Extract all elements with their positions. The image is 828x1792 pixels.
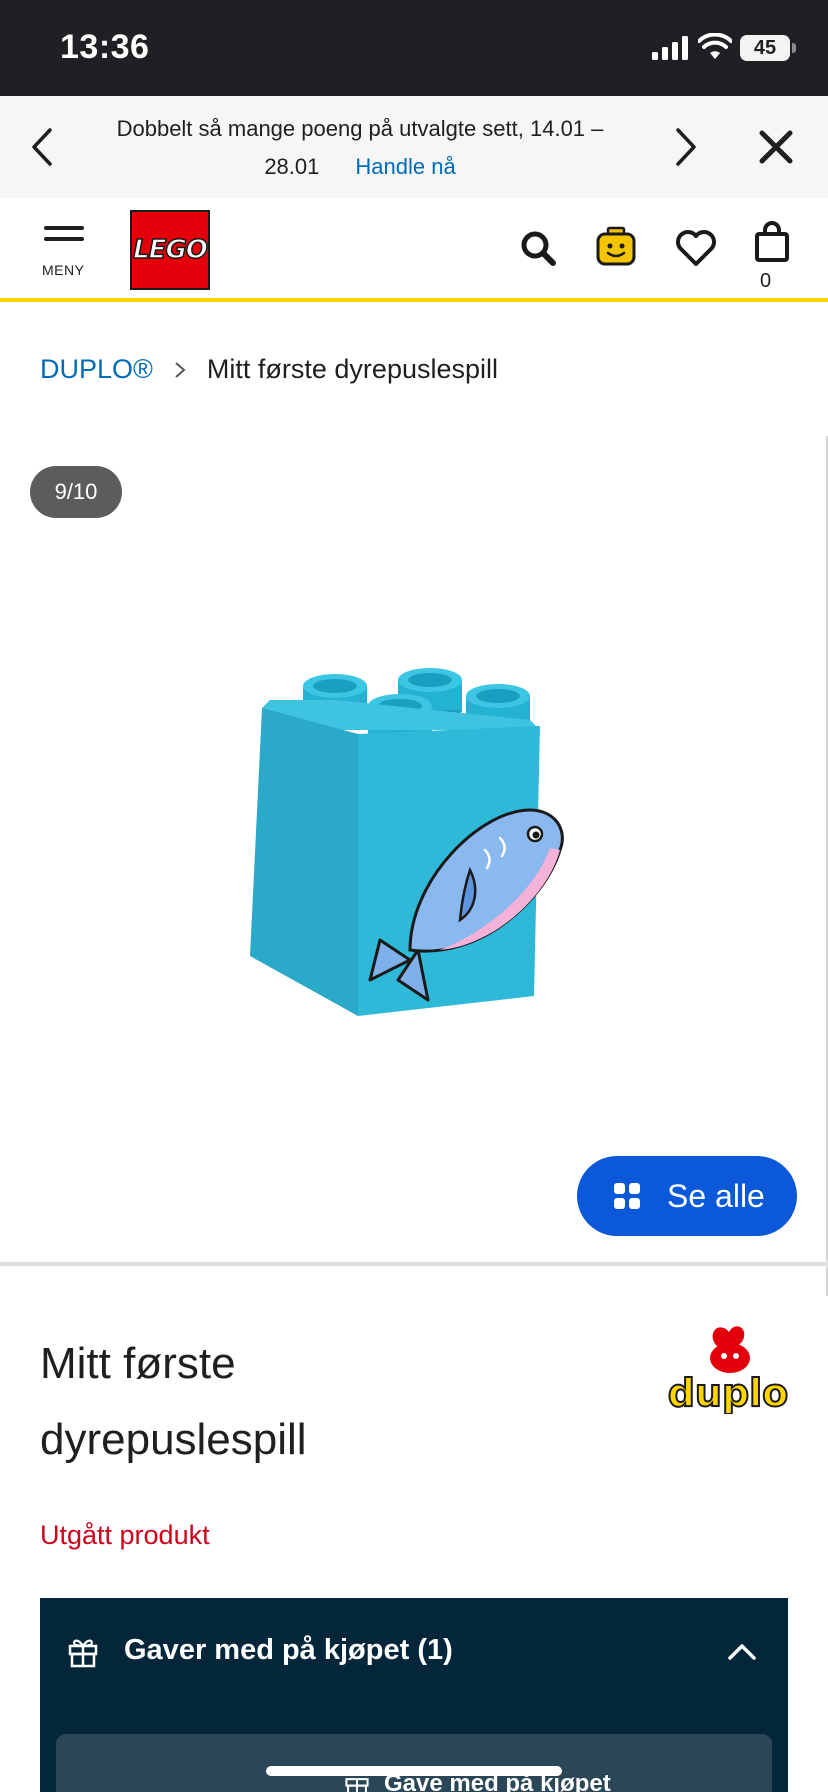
heart-icon: [676, 230, 716, 266]
search-button[interactable]: [514, 224, 562, 272]
site-header: MENY LEGO 0: [0, 198, 828, 302]
product-title-line2: dyrepuslespill: [40, 1415, 307, 1464]
account-button[interactable]: [592, 224, 640, 272]
promo-shop-link[interactable]: Handle nå: [355, 154, 455, 179]
gift-card[interactable]: Gave med på kjøpet: [56, 1734, 772, 1792]
chevron-up-icon[interactable]: [726, 1640, 758, 1664]
breadcrumb-current: Mitt første dyrepuslespill: [206, 354, 499, 384]
product-image[interactable]: [240, 666, 580, 1026]
gifts-title[interactable]: Gaver med på kjøpet (1): [124, 1634, 453, 1667]
cart-count: 0: [760, 270, 772, 292]
chevron-left-icon[interactable]: [24, 122, 64, 172]
wifi-icon: [698, 33, 732, 59]
product-title: Mitt første dyrepuslespill: [40, 1326, 600, 1478]
minifig-head-icon: [596, 226, 636, 266]
lego-logo[interactable]: LEGO: [130, 210, 210, 290]
product-title-line1: Mitt første: [40, 1339, 236, 1388]
duplo-brand-logo[interactable]: duplo: [664, 1326, 792, 1414]
menu-label: MENY: [42, 262, 85, 278]
duplo-logo-text: duplo: [668, 1371, 789, 1414]
status-bar: 13:36 45: [0, 0, 828, 96]
grid-icon: [614, 1183, 640, 1209]
chevron-right-icon: [173, 360, 187, 380]
logo-text: LEGO: [132, 234, 208, 266]
battery-level: 45: [753, 37, 777, 59]
image-counter: 9/10: [30, 466, 122, 518]
gift-icon: [68, 1639, 98, 1668]
cart-button[interactable]: [748, 218, 796, 266]
menu-button[interactable]: MENY: [40, 226, 88, 282]
signal-icon: [652, 36, 688, 60]
hamburger-icon-line: [44, 237, 84, 241]
breadcrumb: DUPLO® Mitt første dyrepuslespill: [40, 354, 498, 385]
breadcrumb-parent-link[interactable]: DUPLO®: [40, 354, 153, 385]
battery-cap: [792, 43, 796, 53]
see-all-button[interactable]: Se alle: [577, 1156, 797, 1236]
gallery-divider: [0, 1262, 828, 1266]
hamburger-icon: [44, 226, 84, 230]
home-indicator: [266, 1766, 562, 1776]
status-time: 13:36: [60, 28, 150, 66]
promo-banner: Dobbelt så mange poeng på utvalgte sett,…: [0, 96, 828, 198]
product-gallery[interactable]: 9/10 Se alle: [0, 436, 828, 1296]
search-icon: [521, 231, 556, 266]
see-all-label: Se alle: [667, 1177, 765, 1214]
shopping-bag-icon: [755, 221, 789, 262]
gifts-panel: Gaver med på kjøpet (1) Gave med på kjøp…: [40, 1598, 788, 1792]
promo-message: Dobbelt så mange poeng på utvalgte sett,…: [80, 110, 640, 186]
battery-icon: 45: [740, 35, 790, 61]
wishlist-button[interactable]: [672, 224, 720, 272]
product-status: Utgått produkt: [40, 1520, 210, 1550]
close-icon[interactable]: [756, 122, 796, 172]
chevron-right-icon[interactable]: [664, 122, 704, 172]
